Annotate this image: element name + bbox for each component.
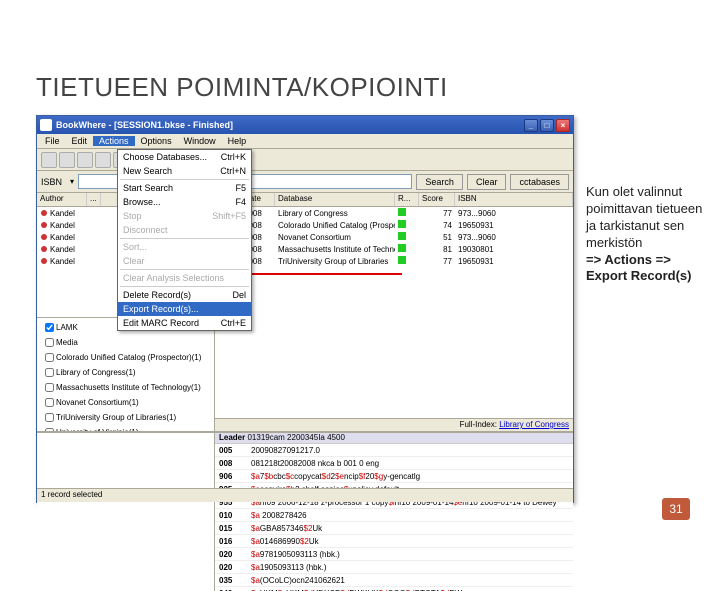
marc-row: 008081218t20082008 nkca b 001 0 eng (215, 457, 573, 470)
close-button[interactable]: × (556, 119, 570, 132)
marc-row: 035$a(OCoLC)ocn241062621 (215, 574, 573, 587)
menu-file[interactable]: File (39, 136, 66, 146)
menu-edit[interactable]: Edit (66, 136, 94, 146)
clear-button[interactable]: Clear (467, 174, 507, 190)
menu-item: Clear Analysis Selections (118, 271, 251, 285)
grid-row[interactable]: len..2008Library of Congress77973...9060 (215, 207, 573, 219)
menu-item[interactable]: Browse...F4 (118, 195, 251, 209)
tree-item[interactable]: Massachusetts Institute of Technology(1) (39, 380, 212, 395)
marc-row: 020$a9781905093113 (hbk.) (215, 548, 573, 561)
titlebar: BookWhere - [SESSION1.bkse - Finished] _… (37, 116, 573, 134)
maximize-button[interactable]: □ (540, 119, 554, 132)
window-title: BookWhere - [SESSION1.bkse - Finished] (56, 120, 524, 130)
marc-pane: Leader 01319cam 2200345Ia 4500 005200908… (37, 431, 573, 591)
grid-header: ... Date Database R... Score ISBN (215, 193, 573, 207)
toolbar-icon[interactable] (77, 152, 93, 168)
instruction-text: Kun olet valinnut poimittavan tietueen j… (586, 184, 706, 285)
menu-help[interactable]: Help (222, 136, 253, 146)
toolbar-icon[interactable] (41, 152, 57, 168)
menubar[interactable]: FileEditActionsOptionsWindowHelp (37, 134, 573, 149)
marc-row: 906$a7$bcbc$ccopycat$d2$encip$f20$gy-gen… (215, 470, 573, 483)
menu-item[interactable]: New SearchCtrl+N (118, 164, 251, 178)
results-grid[interactable]: len..2008Library of Congress77973...9060… (215, 207, 573, 418)
statusbar: 1 record selected (37, 488, 573, 502)
right-pane: ... Date Database R... Score ISBN len..2… (215, 193, 573, 431)
marc-leader: Leader 01319cam 2200345Ia 4500 (215, 433, 573, 444)
grid-row[interactable]: len..2008TriUniversity Group of Librarie… (215, 255, 573, 267)
page-number: 31 (662, 498, 690, 520)
marc-row: 00520090827091217.0 (215, 444, 573, 457)
menu-item[interactable]: Choose Databases...Ctrl+K (118, 150, 251, 164)
marc-row: 020$a1905093113 (hbk.) (215, 561, 573, 574)
tree-item[interactable]: University of Virginia(1) (39, 425, 212, 432)
actions-menu: Choose Databases...Ctrl+KNew SearchCtrl+… (117, 149, 252, 331)
record-path: Full-Index: Library of Congress (215, 418, 573, 431)
tree-item[interactable]: Novanet Consortium(1) (39, 395, 212, 410)
tree-item[interactable]: Media (39, 335, 212, 350)
menu-item: Disconnect (118, 223, 251, 237)
databases-button[interactable]: cctabases (510, 174, 569, 190)
menu-actions[interactable]: Actions (93, 136, 135, 146)
slide-title: TIETUEEN POIMINTA/KOPIOINTI (36, 72, 448, 103)
tree-item[interactable]: Colorado Unified Catalog (Prospector)(1) (39, 350, 212, 365)
tree-item[interactable]: TriUniversity Group of Libraries(1) (39, 410, 212, 425)
marc-row: 010$a 2008278426 (215, 509, 573, 522)
toolbar-icon[interactable] (59, 152, 75, 168)
menu-item: Clear (118, 254, 251, 268)
menu-item[interactable]: Start SearchF5 (118, 181, 251, 195)
toolbar-icon[interactable] (95, 152, 111, 168)
search-field-label: ISBN (41, 177, 66, 187)
path-link[interactable]: Library of Congress (499, 420, 569, 429)
menu-item[interactable]: Export Record(s)... (118, 302, 251, 316)
search-button[interactable]: Search (416, 174, 463, 190)
grid-row[interactable]: len..2008Colorado Unified Catalog (Prosp… (215, 219, 573, 231)
menu-options[interactable]: Options (135, 136, 178, 146)
tree-item[interactable]: Library of Congress(1) (39, 365, 212, 380)
menu-item: StopShift+F5 (118, 209, 251, 223)
menu-item[interactable]: Delete Record(s)Del (118, 288, 251, 302)
grid-row[interactable]: len..2008Massachusetts Institute of Tech… (215, 243, 573, 255)
marc-row: 015$aGBA857346$2Uk (215, 522, 573, 535)
menu-item[interactable]: Edit MARC RecordCtrl+E (118, 316, 251, 330)
grid-row[interactable]: ert..2008Novanet Consortium51973...9060 (215, 231, 573, 243)
marc-row: 040$aUKM$cUKM$dYDXCP$dBWKUK$dCOO$dBTCTA$… (215, 587, 573, 591)
minimize-button[interactable]: _ (524, 119, 538, 132)
app-icon (40, 119, 52, 131)
menu-window[interactable]: Window (178, 136, 222, 146)
database-tree[interactable]: LAMKMediaColorado Unified Catalog (Prosp… (37, 317, 214, 432)
marc-row: 016$a014686990$2Uk (215, 535, 573, 548)
menu-item: Sort... (118, 240, 251, 254)
app-window: BookWhere - [SESSION1.bkse - Finished] _… (36, 115, 574, 503)
